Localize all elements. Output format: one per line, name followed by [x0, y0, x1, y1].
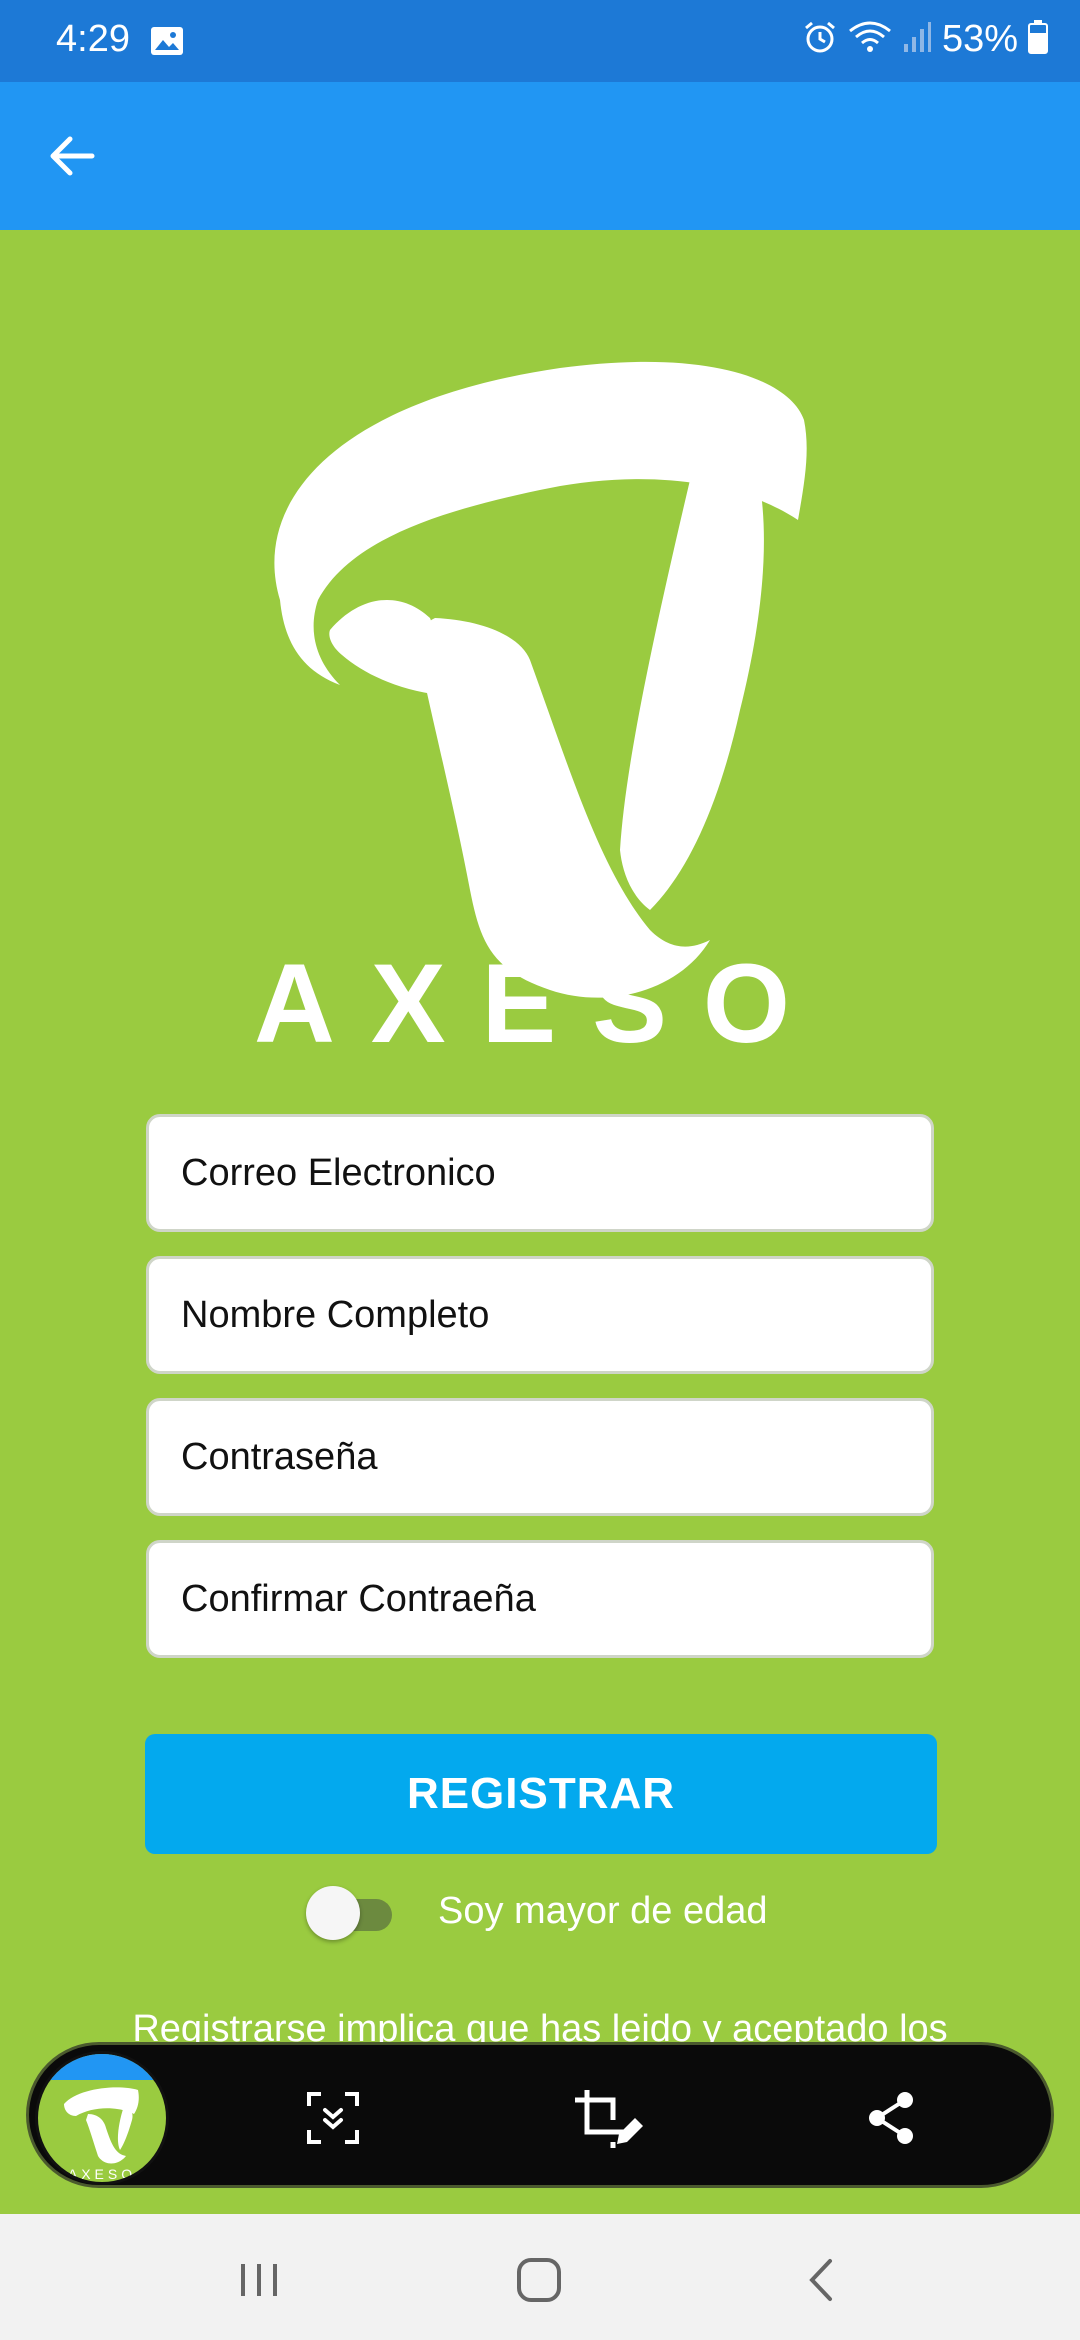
- status-bar: 4:29 53%: [0, 0, 1080, 82]
- confirm-password-field[interactable]: Confirmar Contraeña: [146, 1540, 934, 1658]
- password-placeholder: Contraseña: [181, 1435, 378, 1478]
- home-icon: [517, 2258, 561, 2302]
- battery-percent: 53%: [941, 18, 1018, 60]
- system-nav-bar: [0, 2214, 1080, 2340]
- scroll-capture-icon: [307, 2092, 359, 2144]
- recent-apps-button[interactable]: [224, 2252, 294, 2308]
- wifi-icon: [848, 19, 892, 60]
- share-icon: [869, 2092, 913, 2144]
- full-name-field[interactable]: Nombre Completo: [146, 1256, 934, 1374]
- back-nav-icon: [809, 2259, 832, 2301]
- email-placeholder: Correo Electronico: [181, 1151, 496, 1194]
- back-button[interactable]: [42, 126, 102, 186]
- capture-toolbar: AXESO: [26, 2042, 1054, 2188]
- confirm-password-placeholder: Confirmar Contraeña: [181, 1577, 536, 1620]
- scroll-capture-button[interactable]: [295, 2080, 371, 2156]
- battery-icon: [1028, 20, 1048, 59]
- password-field[interactable]: Contraseña: [146, 1398, 934, 1516]
- email-field[interactable]: Correo Electronico: [146, 1114, 934, 1232]
- axeso-logo: [270, 350, 810, 1005]
- alarm-icon: [802, 19, 838, 60]
- brand-name-text: AXESO: [254, 960, 826, 1060]
- register-screen: AXESO Correo Electronico Nombre Completo…: [0, 230, 1080, 2215]
- register-button[interactable]: REGISTRAR: [145, 1734, 937, 1854]
- recent-apps-icon: [241, 2264, 277, 2296]
- arrow-back-icon: [50, 136, 95, 176]
- crop-edit-icon: [575, 2090, 643, 2148]
- status-icons: 53%: [802, 18, 1048, 61]
- adult-toggle-label: Soy mayor de edad: [438, 1890, 768, 1932]
- image-icon: [150, 26, 184, 61]
- signal-icon: [902, 20, 932, 59]
- thumbnail-text: AXESO: [68, 2166, 136, 2182]
- status-time: 4:29: [56, 18, 130, 60]
- brand-name: AXESO: [240, 941, 840, 1066]
- home-button[interactable]: [504, 2252, 574, 2308]
- crop-edit-button[interactable]: [571, 2080, 647, 2156]
- share-button[interactable]: [853, 2080, 929, 2156]
- screenshot-thumbnail[interactable]: AXESO: [35, 2051, 169, 2185]
- full-name-placeholder: Nombre Completo: [181, 1293, 490, 1336]
- toggle-thumb: [306, 1886, 360, 1940]
- adult-toggle[interactable]: [306, 1886, 394, 1942]
- app-bar: [0, 82, 1080, 230]
- back-nav-button[interactable]: [786, 2252, 856, 2308]
